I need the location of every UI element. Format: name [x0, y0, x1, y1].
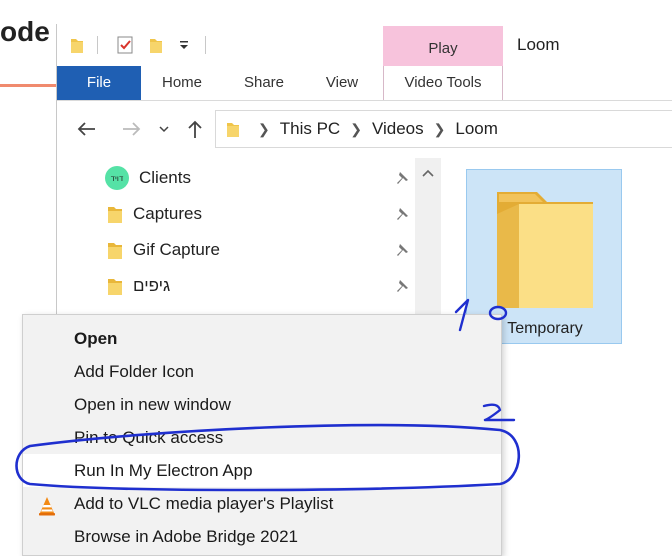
pin-icon[interactable] [395, 243, 409, 257]
context-menu: Open Add Folder Icon Open in new window … [22, 314, 502, 556]
folder-icon [226, 120, 240, 138]
contextual-tab-group-label: Play [428, 40, 458, 57]
pin-icon[interactable] [395, 171, 409, 185]
nav-item-captures[interactable]: Captures [105, 199, 415, 229]
up-arrow-icon[interactable] [185, 118, 205, 140]
folder-icon [107, 276, 123, 296]
breadcrumb-separator-icon[interactable]: ❯ [434, 121, 446, 138]
folder-icon [107, 204, 123, 224]
forward-arrow-icon[interactable] [119, 118, 145, 140]
toolbar-separator [97, 36, 98, 54]
pin-icon[interactable] [395, 279, 409, 293]
breadcrumb-videos[interactable]: Videos [372, 119, 424, 139]
scroll-up-chevron-icon[interactable] [415, 158, 441, 188]
nav-item-gif-capture[interactable]: Gif Capture [105, 235, 415, 265]
menu-item-add-folder-icon[interactable]: Add Folder Icon [23, 355, 501, 388]
background-app-title: ode [0, 16, 50, 47]
menu-item-browse-adobe-bridge[interactable]: Browse in Adobe Bridge 2021 [23, 520, 501, 553]
nav-item-clients[interactable]: דויד Clients [105, 163, 415, 193]
breadcrumb-loom[interactable]: Loom [455, 119, 498, 139]
folder-icon [107, 240, 123, 260]
nav-item-label: גיפים [133, 276, 171, 295]
customize-toolbar-dropdown-icon[interactable] [177, 34, 191, 56]
tab-home[interactable]: Home [149, 66, 215, 100]
back-arrow-icon[interactable] [73, 118, 99, 140]
breadcrumb-separator-icon[interactable]: ❯ [258, 121, 270, 138]
pin-icon[interactable] [395, 207, 409, 221]
breadcrumb-this-pc[interactable]: This PC [280, 119, 340, 139]
nav-item-label: Clients [139, 168, 191, 187]
tab-file[interactable]: File [57, 66, 141, 100]
menu-item-run-electron-app[interactable]: Run In My Electron App [23, 454, 501, 487]
properties-check-icon[interactable] [115, 34, 135, 56]
new-folder-icon[interactable] [147, 34, 165, 56]
toolbar-separator [205, 36, 206, 54]
nav-item-label: Captures [133, 204, 202, 223]
svg-text:דויד: דויד [111, 174, 124, 183]
menu-item-open[interactable]: Open [23, 322, 501, 355]
recent-locations-chevron-icon[interactable] [157, 118, 171, 140]
quick-access-toolbar: Play Loom [57, 24, 672, 66]
menu-item-pin-quick-access[interactable]: Pin to Quick access [23, 421, 501, 454]
ribbon-tab-bar: File Home Share View Video Tools [57, 66, 672, 101]
menu-item-add-to-vlc[interactable]: Add to VLC media player's Playlist [23, 487, 501, 520]
contextual-tab-border [383, 66, 503, 100]
tab-view[interactable]: View [315, 66, 369, 100]
address-bar[interactable]: ❯ This PC ❯ Videos ❯ Loom [215, 110, 672, 148]
background-accent-line [0, 84, 58, 87]
tab-share[interactable]: Share [233, 66, 295, 100]
navigation-bar: ❯ This PC ❯ Videos ❯ Loom [57, 100, 672, 158]
nav-item-gifs[interactable]: גיפים [105, 271, 415, 301]
folder-icon [69, 34, 85, 56]
breadcrumb-separator-icon[interactable]: ❯ [350, 121, 362, 138]
window-title: Loom [517, 35, 560, 54]
nav-item-label: Gif Capture [133, 240, 220, 259]
vlc-cone-icon [37, 494, 57, 516]
menu-item-label: Add to VLC media player's Playlist [74, 494, 334, 513]
contextual-tab-group-play: Play [383, 26, 503, 66]
app-circle-icon: דויד [105, 166, 129, 190]
large-folder-icon [493, 184, 597, 315]
menu-item-open-new-window[interactable]: Open in new window [23, 388, 501, 421]
